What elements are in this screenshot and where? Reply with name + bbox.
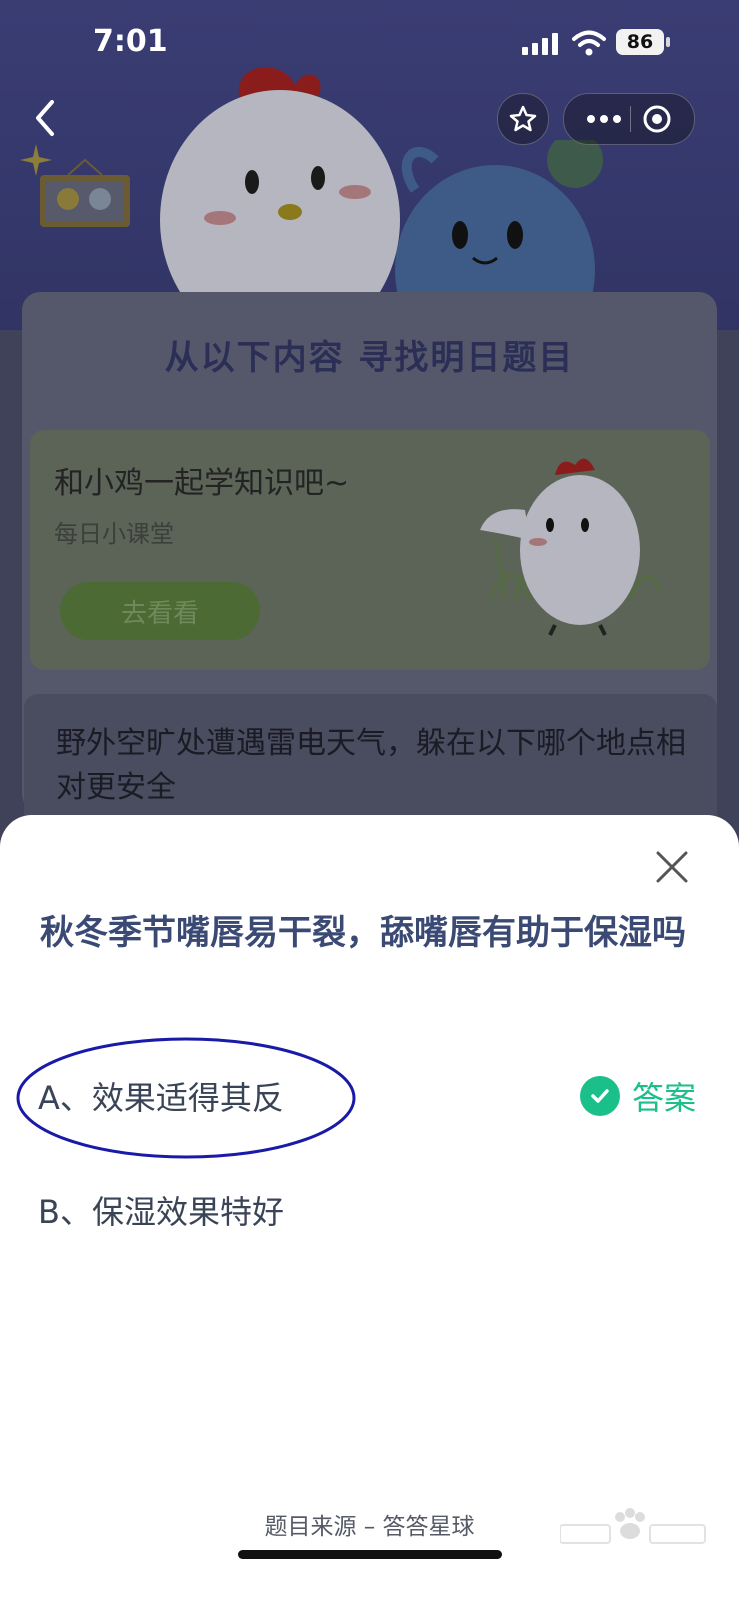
answer-badge: 答案 bbox=[580, 1073, 696, 1119]
check-icon bbox=[580, 1076, 620, 1116]
answer-label: 答案 bbox=[632, 1079, 697, 1117]
back-icon[interactable] bbox=[28, 98, 64, 138]
chick-illustration bbox=[160, 67, 400, 300]
watermark-logo bbox=[560, 1508, 706, 1544]
option-a[interactable]: A、效果适得其反 bbox=[38, 1073, 284, 1119]
answer-sheet: 秋冬季节嘴唇易干裂，舔嘴唇有助于保湿吗 A、效果适得其反 答案 B、保湿效果特好… bbox=[0, 815, 739, 1600]
waving-chick-illustration bbox=[480, 458, 662, 636]
close-icon[interactable] bbox=[654, 849, 690, 885]
status-time: 7:01 bbox=[93, 24, 168, 59]
section-title: 从以下内容 寻找明日题目 bbox=[164, 338, 575, 378]
quiz-preview-question: 野外空旷处遭遇雷电天气，躲在以下哪个地点相对更安全 bbox=[56, 726, 686, 805]
star-icon bbox=[509, 105, 537, 132]
learn-card-subtitle: 每日小课堂 bbox=[54, 520, 174, 548]
medal-frame-decoration bbox=[40, 158, 130, 227]
capsule-divider bbox=[630, 106, 631, 132]
target-icon[interactable] bbox=[642, 104, 672, 134]
battery-tip bbox=[666, 37, 670, 47]
favorite-button[interactable] bbox=[497, 93, 549, 145]
question-text: 秋冬季节嘴唇易干裂，舔嘴唇有助于保湿吗 bbox=[40, 913, 686, 953]
wifi-icon bbox=[572, 30, 606, 56]
cellular-signal-icon bbox=[522, 33, 558, 55]
more-icon[interactable] bbox=[582, 104, 626, 134]
home-indicator bbox=[238, 1550, 502, 1559]
battery-indicator: 86 bbox=[616, 29, 664, 55]
alien-illustration bbox=[395, 140, 603, 310]
go-watch-button[interactable]: 去看看 bbox=[60, 582, 260, 640]
screen: 从以下内容 寻找明日题目 和小鸡一起学知识吧~ 每日小课堂 去看看 野外空旷处遭… bbox=[0, 0, 739, 1600]
quiz-preview-card: 野外空旷处遭遇雷电天气，躲在以下哪个地点相对更安全 bbox=[24, 694, 717, 834]
learn-card-title: 和小鸡一起学知识吧~ bbox=[54, 466, 350, 501]
option-b[interactable]: B、保湿效果特好 bbox=[38, 1187, 284, 1233]
mini-program-capsule bbox=[563, 93, 695, 145]
